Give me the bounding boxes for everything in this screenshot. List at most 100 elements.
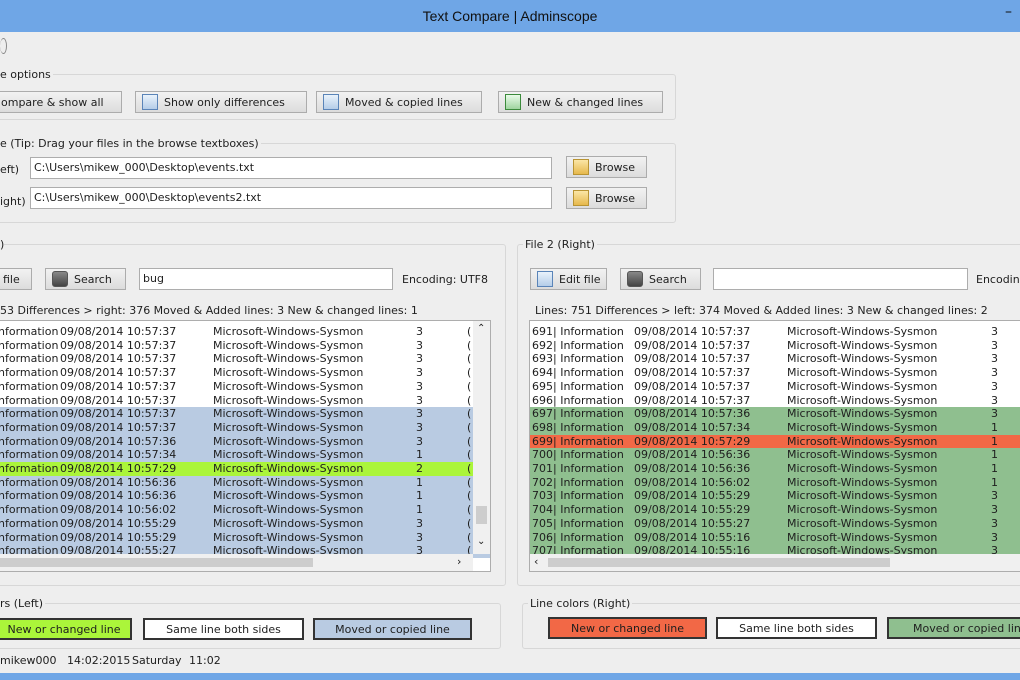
left-table-row[interactable]: nformation 09/08/2014 10:57:37 Microsoft-W… — [0, 420, 490, 435]
left-vertical-scrollbar[interactable]: ⌃ ⌄ — [473, 321, 490, 554]
left-cell-c4: 3 — [416, 530, 423, 544]
left-edit-file-button[interactable]: file — [0, 268, 32, 290]
left-table-row[interactable]: nformation 09/08/2014 10:57:37 Microsoft-W… — [0, 394, 490, 408]
left-table-row[interactable]: nformation 09/08/2014 10:57:37 Microsoft-W… — [0, 339, 490, 353]
right-cell-c1: 695| Information — [532, 379, 624, 393]
left-cell-c1: nformation — [0, 475, 59, 489]
left-file-title: ) — [0, 238, 5, 251]
right-new-changed-color[interactable]: New or changed line — [548, 617, 707, 639]
right-table-row[interactable]: 698| Information 09/08/2014 10:57:34 Micro… — [530, 420, 1020, 435]
right-table-row[interactable]: 705| Information 09/08/2014 10:55:27 Micro… — [530, 516, 1020, 531]
right-table-row[interactable]: 692| Information 09/08/2014 10:57:37 Micro… — [530, 339, 1020, 353]
right-table-row[interactable]: 691| Information 09/08/2014 10:57:37 Micro… — [530, 325, 1020, 339]
right-cell-c4: 1 — [991, 448, 998, 462]
right-horizontal-scroll-thumb[interactable] — [548, 558, 890, 567]
left-cell-c4: 1 — [416, 503, 423, 517]
right-table-row[interactable]: 702| Information 09/08/2014 10:56:02 Micro… — [530, 475, 1020, 490]
left-cell-c5: ( — [467, 475, 472, 489]
new-changed-lines-button[interactable]: New & changed lines — [498, 91, 663, 113]
window-title: Text Compare | Adminscope — [422, 8, 598, 24]
left-table-row[interactable]: nformation 09/08/2014 10:57:36 Microsoft-W… — [0, 434, 490, 449]
left-cell-c4: 3 — [416, 379, 423, 393]
scroll-left-arrow-icon[interactable]: ‹ — [534, 555, 538, 568]
left-table-row[interactable]: nformation 09/08/2014 10:57:34 Microsoft-W… — [0, 448, 490, 463]
right-same-line-color[interactable]: Same line both sides — [716, 617, 877, 639]
right-file-path-input[interactable]: C:\Users\mikew_000\Desktop\events2.txt — [30, 187, 552, 209]
left-horizontal-scroll-thumb[interactable] — [0, 558, 313, 567]
right-table-row[interactable]: 695| Information 09/08/2014 10:57:37 Micro… — [530, 380, 1020, 394]
left-table-row[interactable]: nformation 09/08/2014 10:57:37 Microsoft-W… — [0, 407, 490, 422]
scroll-right-arrow-icon[interactable]: › — [457, 555, 461, 568]
right-cell-c2: 09/08/2014 10:57:37 — [634, 393, 751, 407]
help-icon[interactable] — [0, 38, 7, 54]
left-table-row[interactable]: nformation 09/08/2014 10:55:29 Microsoft-W… — [0, 516, 490, 531]
left-horizontal-scrollbar[interactable]: › — [0, 554, 473, 571]
right-cell-c3: Microsoft-Windows-Sysmon — [787, 530, 938, 544]
left-cell-c3: Microsoft-Windows-Sysmon — [213, 503, 364, 517]
left-cell-c1: nformation — [0, 420, 59, 434]
left-table-row[interactable]: nformation 09/08/2014 10:57:29 Microsoft-W… — [0, 462, 490, 476]
left-table-row[interactable]: nformation 09/08/2014 10:57:37 Microsoft-W… — [0, 366, 490, 380]
right-cell-c4: 3 — [991, 393, 998, 407]
right-search-button[interactable]: Search — [620, 268, 701, 290]
right-table-row[interactable]: 694| Information 09/08/2014 10:57:37 Micro… — [530, 366, 1020, 380]
right-moved-copied-color[interactable]: Moved or copied line — [887, 617, 1020, 639]
right-cell-c4: 1 — [991, 462, 998, 475]
left-cell-c5: ( — [467, 503, 472, 517]
left-cell-c2: 09/08/2014 10:57:37 — [60, 352, 177, 366]
right-edit-file-button[interactable]: Edit file — [530, 268, 607, 290]
binoculars-icon — [627, 271, 643, 287]
right-horizontal-scrollbar[interactable]: ‹ — [530, 554, 1020, 571]
right-table-row[interactable]: 704| Information 09/08/2014 10:55:29 Micro… — [530, 503, 1020, 518]
right-cell-c4: 3 — [991, 503, 998, 517]
right-table-row[interactable]: 703| Information 09/08/2014 10:55:29 Micro… — [530, 489, 1020, 504]
left-table-row[interactable]: nformation 09/08/2014 10:57:37 Microsoft-W… — [0, 380, 490, 394]
left-cell-c3: Microsoft-Windows-Sysmon — [213, 420, 364, 434]
left-table-row[interactable]: nformation 09/08/2014 10:57:37 Microsoft-W… — [0, 325, 490, 339]
left-cell-c4: 3 — [416, 352, 423, 366]
left-table-row[interactable]: nformation 09/08/2014 10:56:36 Microsoft-W… — [0, 489, 490, 504]
compare-show-all-button[interactable]: ompare & show all — [0, 91, 122, 113]
left-text-grid[interactable]: nformation 09/08/2014 10:57:37 Microsoft-W… — [0, 320, 491, 572]
right-table-row[interactable]: 693| Information 09/08/2014 10:57:37 Micro… — [530, 352, 1020, 366]
left-table-row[interactable]: nformation 09/08/2014 10:56:02 Microsoft-W… — [0, 503, 490, 518]
left-cell-c4: 3 — [416, 434, 423, 448]
left-cell-c2: 09/08/2014 10:57:34 — [60, 448, 177, 462]
left-same-line-color[interactable]: Same line both sides — [143, 618, 304, 640]
left-cell-c2: 09/08/2014 10:57:37 — [60, 338, 177, 352]
left-browse-button[interactable]: Browse — [566, 156, 647, 178]
left-file-path-input[interactable]: C:\Users\mikew_000\Desktop\events.txt — [30, 157, 552, 179]
left-vertical-scroll-thumb[interactable] — [476, 506, 487, 524]
files-group — [0, 143, 676, 223]
scroll-down-arrow-icon[interactable]: ⌄ — [477, 536, 485, 547]
left-new-changed-color[interactable]: New or changed line — [0, 618, 132, 640]
right-table-row[interactable]: 706| Information 09/08/2014 10:55:16 Micro… — [530, 530, 1020, 545]
right-table-row[interactable]: 699| Information 09/08/2014 10:57:29 Micro… — [530, 434, 1020, 449]
right-text-grid[interactable]: 691| Information 09/08/2014 10:57:37 Micro… — [529, 320, 1020, 572]
left-search-button[interactable]: Search — [45, 268, 126, 290]
right-table-row[interactable]: 701| Information 09/08/2014 10:56:36 Micro… — [530, 462, 1020, 476]
left-table-row[interactable]: nformation 09/08/2014 10:56:36 Microsoft-W… — [0, 475, 490, 490]
status-user: mikew000 — [0, 654, 57, 667]
left-moved-copied-color[interactable]: Moved or copied line — [313, 618, 472, 640]
moved-copied-lines-button[interactable]: Moved & copied lines — [316, 91, 482, 113]
scroll-up-arrow-icon[interactable]: ⌃ — [477, 323, 485, 334]
right-cell-c3: Microsoft-Windows-Sysmon — [787, 475, 938, 489]
right-search-input[interactable] — [713, 268, 968, 290]
minimize-button[interactable]: – — [1005, 4, 1012, 20]
left-table-row[interactable]: nformation 09/08/2014 10:55:29 Microsoft-W… — [0, 530, 490, 545]
left-search-input[interactable]: bug — [139, 268, 393, 290]
show-only-differences-button[interactable]: Show only differences — [135, 91, 307, 113]
left-cell-c5: ( — [467, 434, 472, 448]
right-cell-c2: 09/08/2014 10:56:02 — [634, 475, 751, 489]
right-table-row[interactable]: 700| Information 09/08/2014 10:56:36 Micro… — [530, 448, 1020, 463]
left-table-row[interactable]: nformation 09/08/2014 10:57:37 Microsoft-W… — [0, 352, 490, 366]
folder-search-icon — [573, 190, 589, 206]
right-table-row[interactable]: 697| Information 09/08/2014 10:57:36 Micro… — [530, 407, 1020, 422]
left-cell-c2: 09/08/2014 10:57:29 — [60, 462, 177, 475]
right-table-row[interactable]: 696| Information 09/08/2014 10:57:37 Micro… — [530, 394, 1020, 408]
right-cell-c1: 697| Information — [532, 407, 624, 421]
right-browse-button[interactable]: Browse — [566, 187, 647, 209]
right-cell-c3: Microsoft-Windows-Sysmon — [787, 366, 938, 380]
right-cell-c3: Microsoft-Windows-Sysmon — [787, 352, 938, 366]
